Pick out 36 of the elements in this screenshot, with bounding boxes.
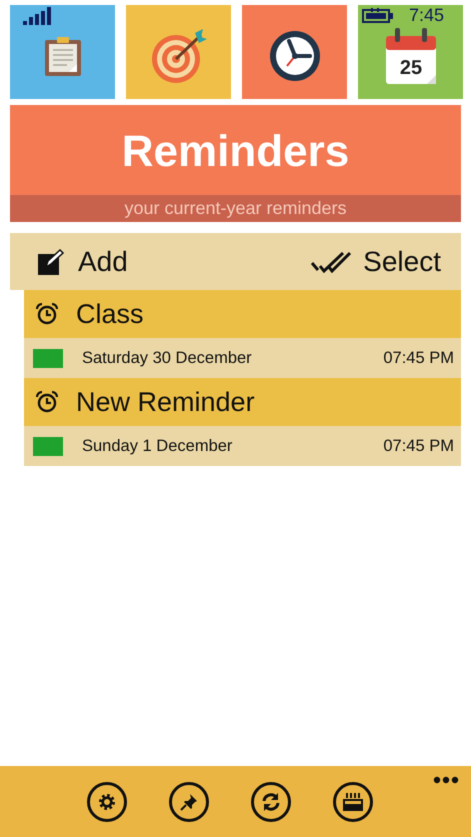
settings-button[interactable] <box>86 782 126 822</box>
tile-button[interactable] <box>126 5 231 99</box>
app-subtitle: your current-year reminders <box>10 195 461 222</box>
reminder-time: 07:45 PM <box>383 348 454 368</box>
clipboard-icon <box>42 36 82 76</box>
pin-button[interactable] <box>168 782 208 822</box>
cake-icon <box>342 792 364 812</box>
select-button[interactable]: Select <box>311 246 441 278</box>
sync-button[interactable] <box>250 782 290 822</box>
reminder-detail-row[interactable]: Saturday 30 December 07:45 PM <box>24 338 461 378</box>
alarm-clock-icon <box>36 391 58 413</box>
app-title: Reminders <box>120 126 350 178</box>
edit-icon <box>38 248 66 274</box>
add-button[interactable]: Add <box>38 246 128 278</box>
reminder-title: Class <box>76 298 144 330</box>
reminder-detail-row[interactable]: Sunday 1 December 07:45 PM <box>24 426 461 466</box>
target-icon <box>150 28 206 84</box>
alarm-clock-icon <box>36 303 58 325</box>
reminder-title-row[interactable]: Class <box>24 290 461 338</box>
clock-icon <box>268 29 322 83</box>
cake-button[interactable] <box>332 782 372 822</box>
double-check-icon <box>311 250 352 272</box>
tile-button[interactable] <box>10 5 115 99</box>
tile-button[interactable] <box>242 5 347 99</box>
more-icon[interactable] <box>433 776 459 784</box>
status-time: 7:45 <box>409 5 444 26</box>
reminder-title: New Reminder <box>76 386 255 418</box>
sync-icon <box>260 792 280 812</box>
battery-icon <box>362 8 394 24</box>
reminder-date: Sunday 1 December <box>82 436 234 456</box>
reminder-date: Saturday 30 December <box>82 348 253 368</box>
signal-icon <box>23 7 51 25</box>
reminder-time: 07:45 PM <box>383 436 454 456</box>
pin-icon <box>180 793 198 811</box>
reminder-title-row[interactable]: New Reminder <box>24 378 461 426</box>
settings-icon <box>98 793 116 811</box>
